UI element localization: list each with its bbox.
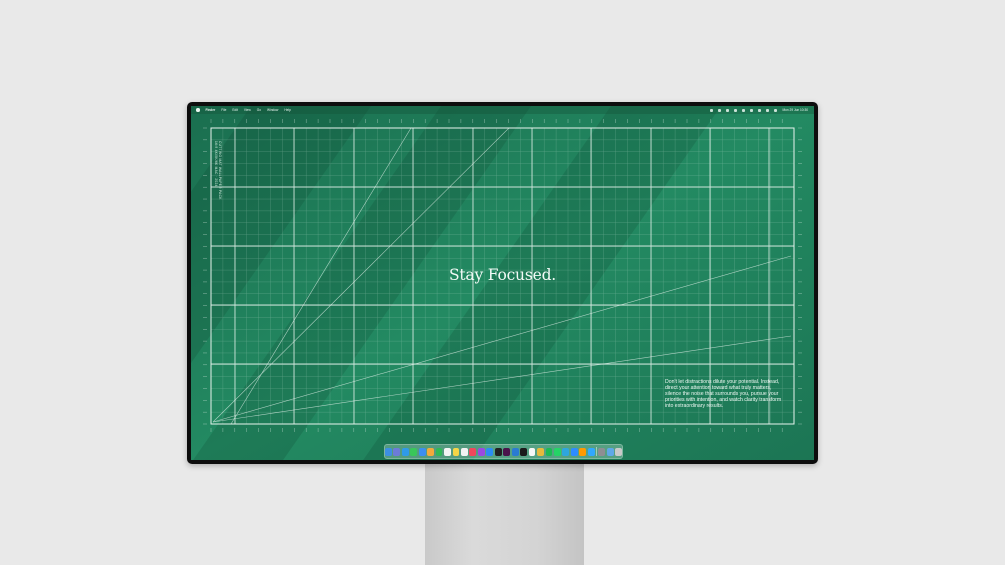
- status-icon-3[interactable]: [726, 108, 730, 112]
- vertical-caption-line-1: CUTTING MAT WALLPAPER PACK: [218, 141, 222, 200]
- slack-icon[interactable]: [503, 447, 511, 456]
- terminal-icon[interactable]: [520, 447, 528, 456]
- photoshop-icon[interactable]: [587, 447, 595, 456]
- messages-icon[interactable]: [410, 447, 418, 456]
- launchpad-icon[interactable]: [393, 447, 401, 456]
- menu-bar: Finder File Edit View Go Window Help Mon…: [191, 106, 814, 114]
- reminders-icon[interactable]: [460, 447, 468, 456]
- calendar-icon[interactable]: [444, 447, 451, 456]
- facetime-icon[interactable]: [435, 447, 443, 456]
- trash-icon[interactable]: [615, 447, 623, 456]
- menu-edit[interactable]: Edit: [232, 108, 238, 112]
- battery-icon[interactable]: [742, 108, 746, 112]
- dock-separator: [596, 447, 597, 456]
- menu-go[interactable]: Go: [257, 108, 261, 112]
- telegram-icon[interactable]: [562, 447, 570, 456]
- menu-finder[interactable]: Finder: [206, 108, 216, 112]
- podcasts-icon[interactable]: [477, 447, 485, 456]
- status-icon-4[interactable]: [734, 108, 738, 112]
- vscode-icon[interactable]: [511, 447, 519, 456]
- apple-icon[interactable]: [196, 108, 200, 112]
- spotify-icon[interactable]: [545, 447, 553, 456]
- vertical-caption: CUTTING MAT WALLPAPER PACK 16:9 4K/5K/6K…: [214, 141, 222, 200]
- notion-icon[interactable]: [528, 447, 536, 456]
- monitor-stand: [425, 463, 584, 565]
- focus-paragraph: Don't let distractions dilute your poten…: [665, 379, 782, 410]
- mail-icon[interactable]: [418, 447, 426, 456]
- downloads-folder-icon[interactable]: [606, 447, 614, 456]
- photos-icon[interactable]: [427, 447, 435, 456]
- siri-icon[interactable]: [774, 108, 778, 112]
- screen: Finder File Edit View Go Window Help Mon…: [191, 106, 814, 460]
- illustrator-icon[interactable]: [579, 447, 587, 456]
- control-center-icon[interactable]: [758, 108, 762, 112]
- music-icon[interactable]: [469, 447, 477, 456]
- headline: Stay Focused.: [448, 266, 557, 284]
- menu-view[interactable]: View: [244, 108, 251, 112]
- zoom-icon[interactable]: [570, 447, 578, 456]
- dock: [384, 444, 623, 459]
- figma-icon[interactable]: [494, 447, 502, 456]
- menu-window[interactable]: Window: [267, 108, 278, 112]
- chrome-icon[interactable]: [537, 447, 544, 456]
- status-icon-2[interactable]: [718, 108, 722, 112]
- whatsapp-icon[interactable]: [553, 447, 561, 456]
- wifi-icon[interactable]: [750, 108, 754, 112]
- status-icon-1[interactable]: [710, 108, 714, 112]
- app-store-icon[interactable]: [486, 447, 494, 456]
- notes-icon[interactable]: [452, 447, 460, 456]
- menubar-clock[interactable]: Mon 29 Jun 10:30: [782, 108, 808, 112]
- menu-help[interactable]: Help: [284, 108, 291, 112]
- menu-file[interactable]: File: [221, 108, 226, 112]
- finder-icon[interactable]: [384, 447, 392, 456]
- safari-icon[interactable]: [401, 447, 409, 456]
- system-settings-icon[interactable]: [598, 447, 606, 456]
- search-icon[interactable]: [766, 108, 770, 112]
